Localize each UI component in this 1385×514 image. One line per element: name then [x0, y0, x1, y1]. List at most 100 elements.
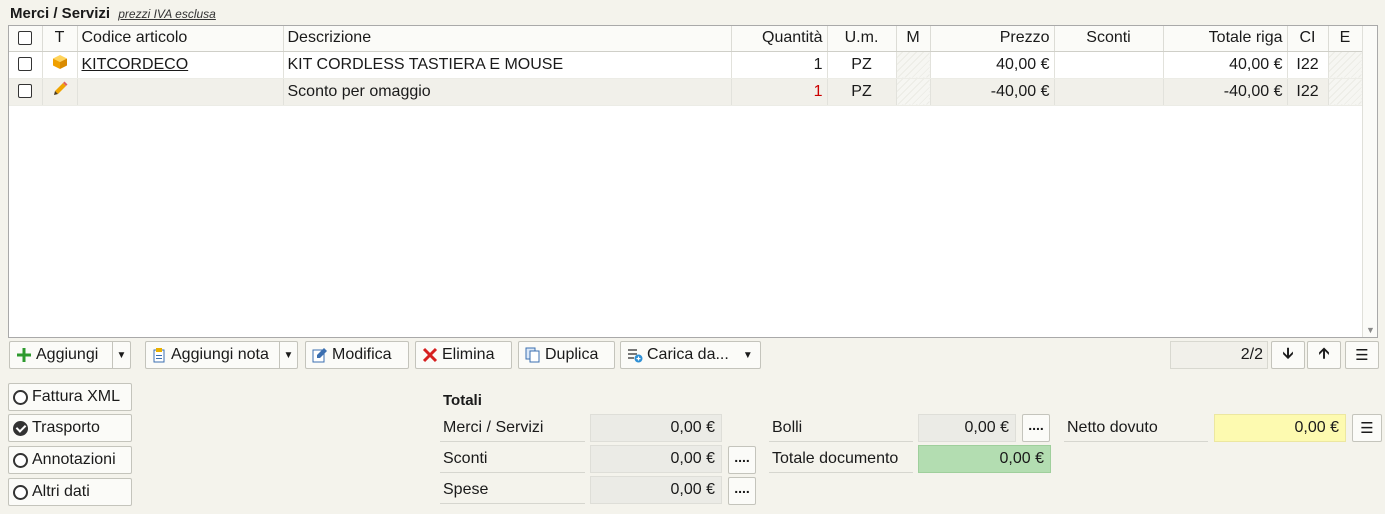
arrow-down-icon: 🡫: [1282, 344, 1294, 362]
col-e[interactable]: E: [1328, 26, 1363, 52]
spese-more-button[interactable]: ....: [728, 477, 756, 505]
select-all-checkbox[interactable]: [9, 26, 43, 52]
vertical-scrollbar[interactable]: ▼: [1362, 26, 1377, 337]
netto-dovuto-value: 0,00 €: [1214, 414, 1346, 442]
row-unit[interactable]: PZ: [827, 78, 897, 106]
move-down-button[interactable]: 🡫: [1271, 341, 1305, 369]
add-note-button[interactable]: Aggiungi nota ▼: [145, 341, 298, 369]
sconti-label: Sconti: [440, 445, 585, 473]
option-annotazioni[interactable]: Annotazioni: [8, 446, 132, 474]
duplicate-label: Duplica: [545, 346, 599, 363]
section-title: Merci / Servizi prezzi IVA esclusa: [10, 5, 216, 22]
col-description[interactable]: Descrizione: [283, 26, 732, 52]
row-checkbox[interactable]: [9, 51, 43, 79]
col-code[interactable]: Codice articolo: [77, 26, 284, 52]
row-total: -40,00 €: [1163, 78, 1288, 106]
load-from-dropdown[interactable]: Carica da... ▼: [620, 341, 761, 369]
row-discounts[interactable]: [1054, 51, 1164, 79]
col-type[interactable]: T: [42, 26, 78, 52]
netto-dovuto-label: Netto dovuto: [1064, 414, 1208, 442]
edit-icon: [312, 347, 328, 363]
delete-button[interactable]: Elimina: [415, 341, 512, 369]
row-ci[interactable]: I22: [1287, 78, 1329, 106]
row-checkbox[interactable]: [9, 78, 43, 106]
row-ci[interactable]: I22: [1287, 51, 1329, 79]
option-label: Fattura XML: [32, 388, 121, 405]
grid-header: T Codice articolo Descrizione Quantità U…: [9, 26, 1363, 52]
row-counter: 2/2: [1170, 341, 1268, 369]
edit-button[interactable]: Modifica: [305, 341, 409, 369]
option-label: Annotazioni: [32, 451, 116, 468]
row-quantity[interactable]: 1: [731, 78, 828, 106]
items-grid: T Codice articolo Descrizione Quantità U…: [8, 25, 1378, 338]
option-trasporto[interactable]: Trasporto: [8, 414, 132, 442]
col-ci[interactable]: CI: [1287, 26, 1329, 52]
row-m: [896, 51, 931, 79]
merci-value: 0,00 €: [590, 414, 722, 442]
totale-documento-label: Totale documento: [769, 445, 913, 473]
item-code-link[interactable]: KITCORDECO: [82, 56, 189, 73]
row-quantity[interactable]: 1: [731, 51, 828, 79]
radio-icon: [13, 484, 28, 500]
table-row[interactable]: Sconto per omaggio 1 PZ -40,00 € -40,00 …: [9, 78, 1363, 106]
bolli-label: Bolli: [769, 414, 913, 442]
row-code[interactable]: [77, 78, 284, 106]
radio-icon: [13, 389, 28, 405]
box-icon: [42, 51, 78, 79]
plus-icon: [16, 347, 32, 363]
load-icon: [627, 347, 643, 363]
sconti-more-button[interactable]: ....: [728, 446, 756, 474]
row-price[interactable]: 40,00 €: [930, 51, 1055, 79]
duplicate-button[interactable]: Duplica: [518, 341, 615, 369]
vat-note-link[interactable]: prezzi IVA esclusa: [118, 7, 216, 21]
add-button[interactable]: Aggiungi ▼: [9, 341, 131, 369]
netto-menu-button[interactable]: ☰: [1352, 414, 1382, 442]
row-discounts[interactable]: [1054, 78, 1164, 106]
move-up-button[interactable]: 🡩: [1307, 341, 1341, 369]
delete-label: Elimina: [442, 346, 495, 363]
grid-menu-button[interactable]: ☰: [1345, 341, 1379, 369]
row-m: [896, 78, 931, 106]
menu-icon: ☰: [1360, 420, 1374, 437]
close-icon: [422, 347, 438, 363]
menu-icon: ☰: [1355, 347, 1369, 364]
check-circle-icon: [13, 420, 28, 436]
option-label: Altri dati: [32, 483, 90, 500]
option-label: Trasporto: [32, 419, 100, 436]
row-price[interactable]: -40,00 €: [930, 78, 1055, 106]
radio-icon: [13, 452, 28, 468]
row-description[interactable]: Sconto per omaggio: [283, 78, 732, 106]
duplicate-icon: [525, 347, 541, 363]
spese-label: Spese: [440, 476, 585, 504]
spese-value: 0,00 €: [590, 476, 722, 504]
option-altri-dati[interactable]: Altri dati: [8, 478, 132, 506]
chevron-down-icon: ▼: [742, 349, 753, 361]
add-note-dropdown-icon[interactable]: ▼: [279, 342, 297, 368]
row-total: 40,00 €: [1163, 51, 1288, 79]
edit-label: Modifica: [332, 346, 392, 363]
bolli-value: 0,00 €: [918, 414, 1016, 442]
col-discounts[interactable]: Sconti: [1054, 26, 1164, 52]
totale-documento-value: 0,00 €: [918, 445, 1051, 473]
sconti-value: 0,00 €: [590, 445, 722, 473]
scroll-down-icon[interactable]: ▼: [1366, 325, 1375, 335]
row-unit[interactable]: PZ: [827, 51, 897, 79]
col-unit[interactable]: U.m.: [827, 26, 897, 52]
option-fattura-xml[interactable]: Fattura XML: [8, 383, 132, 411]
table-row[interactable]: KITCORDECO KIT CORDLESS TASTIERA E MOUSE…: [9, 51, 1363, 79]
section-title-text: Merci / Servizi: [10, 5, 111, 22]
row-description[interactable]: KIT CORDLESS TASTIERA E MOUSE: [283, 51, 732, 79]
arrow-up-icon: 🡩: [1318, 344, 1330, 362]
bolli-more-button[interactable]: ....: [1022, 414, 1050, 442]
col-price[interactable]: Prezzo: [930, 26, 1055, 52]
load-from-label: Carica da...: [647, 346, 729, 363]
note-icon: [152, 347, 167, 363]
col-m[interactable]: M: [896, 26, 931, 52]
row-code[interactable]: KITCORDECO: [77, 51, 284, 79]
col-quantity[interactable]: Quantità: [731, 26, 828, 52]
col-row-total[interactable]: Totale riga: [1163, 26, 1288, 52]
totals-title: Totali: [443, 392, 482, 409]
add-dropdown-icon[interactable]: ▼: [112, 342, 130, 368]
row-e: [1328, 51, 1363, 79]
pencil-icon: [42, 78, 78, 106]
